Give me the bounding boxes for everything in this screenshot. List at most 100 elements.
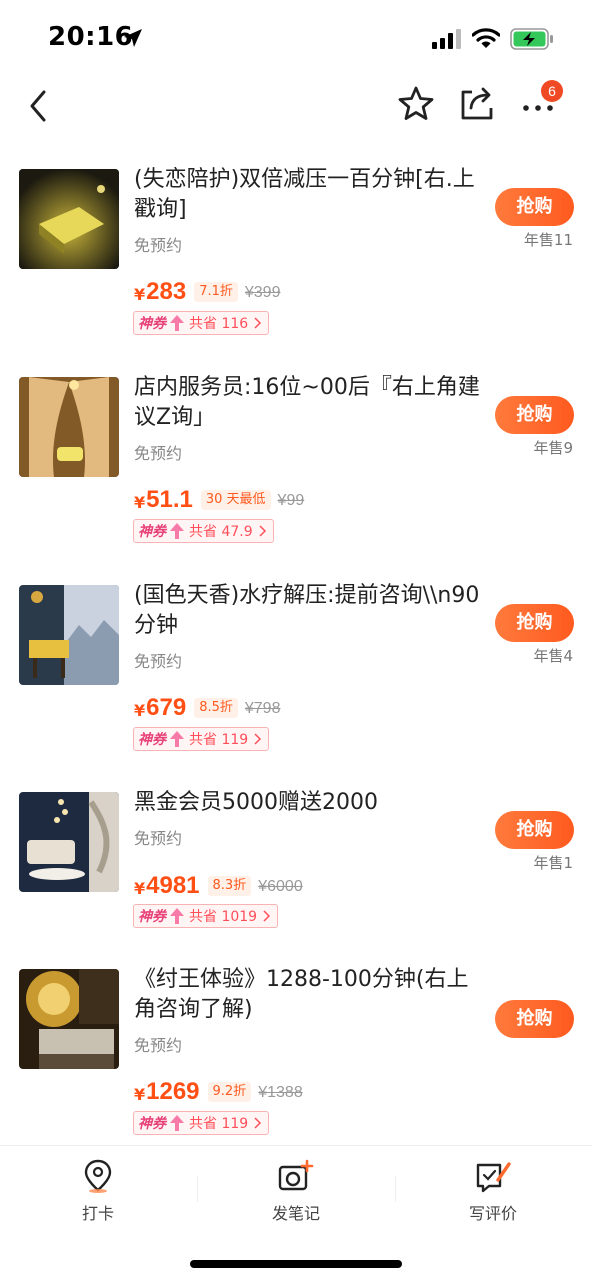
- booking-note: 免预约: [134, 444, 183, 463]
- coupon-arrow-icon: [170, 1115, 184, 1131]
- chevron-right-icon: [254, 733, 262, 745]
- coupon-saving: 共省 1019: [189, 909, 258, 925]
- deal-title[interactable]: 店内服务员:16位~00后『右上角建议Z询」: [134, 373, 482, 433]
- coupon-brand: 神券: [138, 524, 166, 540]
- coupon-tag[interactable]: 神券 共省 1019: [133, 904, 279, 928]
- deal-title[interactable]: (失恋陪护)双倍减压一百分钟[右.上戳询]: [134, 165, 482, 225]
- discount-tag: 7.1折: [194, 282, 238, 302]
- tab-label: 发笔记: [271, 1204, 320, 1223]
- coupon-brand: 神券: [138, 909, 166, 925]
- price-row: ¥ 51.1 30 天最低 ¥99: [134, 483, 304, 513]
- chevron-right-icon: [259, 525, 266, 537]
- deal-title[interactable]: 黑金会员5000赠送2000: [134, 788, 482, 818]
- coupon-tag[interactable]: 神券 共省 119: [133, 1111, 270, 1135]
- deal-thumbnail[interactable]: [19, 169, 119, 269]
- deal-thumbnail[interactable]: [19, 377, 119, 477]
- coupon-saving: 共省 119: [189, 732, 249, 748]
- edit-review-icon: [476, 1162, 511, 1193]
- tab-checkin[interactable]: 打卡: [38, 1158, 158, 1224]
- status-bar: 20:16: [0, 0, 592, 80]
- deal-price: 679: [146, 694, 187, 721]
- price-row: ¥ 283 7.1折 ¥399: [134, 275, 280, 305]
- discount-tag: 30 天最低: [200, 490, 271, 510]
- discount-tag: 9.2折: [207, 1082, 252, 1102]
- annual-sales: 年售9: [533, 439, 573, 457]
- original-price: ¥6000: [258, 878, 303, 895]
- currency-symbol: ¥: [134, 701, 146, 720]
- coupon-brand: 神券: [138, 732, 166, 748]
- original-price: ¥399: [244, 284, 281, 301]
- coupon-arrow-icon: [170, 908, 184, 924]
- location-arrow-icon: [124, 29, 142, 47]
- deal-title[interactable]: 《纣王体验》1288-100分钟(右上角咨询了解): [134, 965, 482, 1025]
- coupon-brand: 神券: [138, 316, 166, 332]
- status-time: 20:16: [48, 22, 134, 52]
- buy-button[interactable]: 抢购: [495, 604, 574, 642]
- currency-symbol: ¥: [134, 1085, 146, 1104]
- annual-sales: 年售1: [533, 854, 573, 872]
- discount-tag: 8.5折: [194, 698, 238, 718]
- battery-charging-icon: [510, 28, 553, 50]
- deal-title[interactable]: (国色天香)水疗解压:提前咨询\\n90分钟: [134, 581, 482, 641]
- coupon-tag[interactable]: 神券 共省 116: [133, 311, 270, 335]
- currency-symbol: ¥: [134, 493, 146, 512]
- deal-item[interactable]: (失恋陪护)双倍减压一百分钟[右.上戳询] 免预约 抢购 年售11 ¥ 283 …: [0, 167, 592, 369]
- buy-button[interactable]: 抢购: [495, 188, 574, 226]
- coupon-arrow-icon: [170, 731, 184, 747]
- booking-note: 免预约: [134, 1036, 183, 1055]
- discount-tag: 8.3折: [207, 876, 252, 896]
- original-price: ¥1388: [258, 1084, 303, 1101]
- location-pin-icon: [84, 1159, 112, 1193]
- deal-price: 1269: [146, 1078, 200, 1105]
- deal-price: 283: [146, 278, 187, 305]
- deal-item[interactable]: (国色天香)水疗解压:提前咨询\\n90分钟 免预约 抢购 年售4 ¥ 679 …: [0, 583, 592, 785]
- deal-thumbnail[interactable]: [19, 969, 119, 1069]
- booking-note: 免预约: [134, 652, 183, 671]
- coupon-arrow-icon: [170, 315, 184, 331]
- currency-symbol: ¥: [134, 879, 146, 898]
- share-icon[interactable]: [458, 84, 496, 124]
- tab-divider: [197, 1176, 198, 1202]
- price-row: ¥ 679 8.5折 ¥798: [134, 691, 280, 721]
- chevron-right-icon: [254, 317, 262, 329]
- buy-button[interactable]: 抢购: [495, 811, 574, 849]
- coupon-saving: 共省 47.9: [189, 524, 253, 540]
- deal-item[interactable]: 店内服务员:16位~00后『右上角建议Z询」 免预约 抢购 年售9 ¥ 51.1…: [0, 375, 592, 577]
- notification-badge: 6: [541, 80, 563, 102]
- original-price: ¥99: [277, 492, 305, 509]
- coupon-saving: 共省 119: [189, 1116, 249, 1132]
- currency-symbol: ¥: [134, 285, 146, 304]
- original-price: ¥798: [244, 700, 281, 717]
- wifi-icon: [472, 28, 500, 48]
- tab-post-note[interactable]: 发笔记: [236, 1158, 356, 1224]
- bottom-action-bar: 打卡 发笔记 写评价: [0, 1145, 592, 1280]
- coupon-brand: 神券: [138, 1116, 166, 1132]
- buy-button[interactable]: 抢购: [495, 1000, 574, 1038]
- deal-price: 4981: [146, 872, 200, 899]
- coupon-tag[interactable]: 神券 共省 119: [133, 727, 270, 751]
- star-icon[interactable]: [396, 84, 436, 124]
- tab-divider: [395, 1176, 396, 1202]
- tab-label: 打卡: [81, 1204, 114, 1223]
- annual-sales: 年售4: [533, 647, 573, 665]
- deal-item[interactable]: 《纣王体验》1288-100分钟(右上角咨询了解) 免预约 抢购 ¥ 1269 …: [0, 967, 592, 1169]
- deal-thumbnail[interactable]: [19, 792, 119, 892]
- home-indicator: [190, 1260, 402, 1268]
- deal-price: 51.1: [146, 486, 193, 513]
- deal-thumbnail[interactable]: [19, 585, 119, 685]
- price-row: ¥ 4981 8.3折 ¥6000: [134, 869, 303, 899]
- tab-label: 写评价: [468, 1204, 517, 1223]
- tab-write-review[interactable]: 写评价: [433, 1158, 553, 1224]
- cellular-signal-icon: [432, 29, 461, 49]
- back-icon[interactable]: [24, 86, 54, 126]
- deal-item[interactable]: 黑金会员5000赠送2000 免预约 抢购 年售1 ¥ 4981 8.3折 ¥6…: [0, 790, 592, 992]
- coupon-tag[interactable]: 神券 共省 47.9: [133, 519, 274, 543]
- nav-bar: 6: [0, 80, 592, 136]
- annual-sales: 年售11: [523, 231, 573, 249]
- camera-plus-icon: [278, 1159, 314, 1191]
- booking-note: 免预约: [134, 236, 183, 255]
- coupon-saving: 共省 116: [189, 316, 249, 332]
- buy-button[interactable]: 抢购: [495, 396, 574, 434]
- coupon-arrow-icon: [170, 523, 184, 539]
- chevron-right-icon: [263, 910, 271, 922]
